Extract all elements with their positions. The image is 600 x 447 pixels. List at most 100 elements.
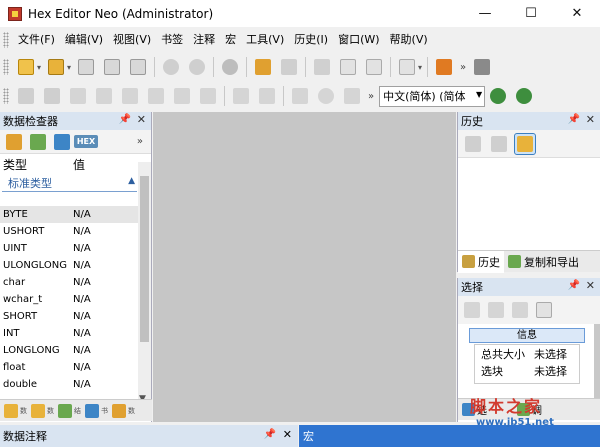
inspector-edit-button[interactable] (3, 131, 25, 153)
table-row[interactable]: float N/A (0, 359, 138, 376)
history-filter-button[interactable] (462, 133, 484, 155)
select-split-button[interactable] (509, 299, 531, 321)
new-file-button[interactable] (15, 56, 37, 78)
hex-button[interactable]: HEX (73, 131, 99, 153)
table-row[interactable]: UINT N/A (0, 240, 138, 257)
pin-icon[interactable]: 📌 (568, 280, 580, 291)
toolbar-overflow-icon[interactable]: » (460, 62, 466, 73)
new-file-dropdown-icon[interactable]: ▾ (37, 63, 41, 72)
ifo-button[interactable] (337, 56, 359, 78)
stop-button[interactable] (160, 56, 182, 78)
tab-data-5[interactable] (112, 403, 126, 418)
erase-button[interactable] (256, 85, 278, 107)
print-button[interactable] (341, 85, 363, 107)
table-row[interactable]: LONGLONG N/A (0, 342, 138, 359)
table-row[interactable]: ULONGLONG N/A (0, 257, 138, 274)
select-grid-button[interactable] (461, 299, 483, 321)
le-mode-dropdown-icon[interactable]: ▾ (418, 63, 422, 72)
modify-button[interactable] (252, 56, 274, 78)
menu-window[interactable]: 窗口(W) (333, 28, 384, 52)
tab-bookmarks[interactable] (85, 403, 99, 418)
select-file-button[interactable] (533, 299, 555, 321)
menu-help[interactable]: 帮助(V) (385, 28, 433, 52)
menubar-grip[interactable] (3, 32, 9, 48)
insert-button[interactable] (171, 85, 193, 107)
maximize-button[interactable]: ☐ (508, 0, 554, 27)
editor-area[interactable] (153, 112, 456, 422)
table-row[interactable]: BYTE N/A (0, 206, 138, 223)
group-standard-types[interactable]: 标准类型 ▲ (2, 174, 137, 192)
menu-history[interactable]: 历史(I) (289, 28, 333, 52)
globe-button[interactable] (487, 85, 509, 107)
undo-button[interactable] (15, 85, 37, 107)
save-as-button[interactable] (101, 56, 123, 78)
toolbar2-overflow-icon[interactable]: » (368, 91, 374, 102)
table-row[interactable]: double N/A (0, 376, 138, 393)
list-button[interactable] (289, 85, 311, 107)
tools-button[interactable] (471, 56, 493, 78)
open-button[interactable] (45, 56, 67, 78)
menu-annotations[interactable]: 注释 (188, 28, 220, 52)
modify-alt-button[interactable] (278, 56, 300, 78)
copy-button[interactable] (93, 85, 115, 107)
history-delete-button[interactable] (488, 133, 510, 155)
inspector-structure-button[interactable] (27, 131, 49, 153)
table-row[interactable]: SHORT N/A (0, 308, 138, 325)
redo-button[interactable] (41, 85, 63, 107)
pin-icon[interactable]: 📌 (568, 114, 580, 125)
minimize-button[interactable]: — (462, 0, 508, 27)
link-button[interactable] (311, 56, 333, 78)
inspector-marker-button[interactable] (51, 131, 73, 153)
table-row[interactable]: wchar_t N/A (0, 291, 138, 308)
toolbar-grip[interactable] (3, 59, 9, 75)
stop-all-button[interactable] (186, 56, 208, 78)
open-dropdown-icon[interactable]: ▾ (67, 63, 71, 72)
menu-tools[interactable]: 工具(V) (241, 28, 289, 52)
save-button[interactable] (75, 56, 97, 78)
menu-bookmarks[interactable]: 书签 (156, 28, 188, 52)
type-name: char (3, 277, 26, 288)
tab-history[interactable]: 历史 (458, 250, 504, 273)
selection-scrollbar[interactable] (594, 324, 600, 398)
txt-button[interactable] (363, 56, 385, 78)
close-icon[interactable]: ✕ (137, 113, 146, 126)
select-blocks-button[interactable] (485, 299, 507, 321)
save-all-button[interactable] (127, 56, 149, 78)
collapse-icon[interactable]: ▲ (128, 176, 135, 186)
menu-macro[interactable]: 宏 (220, 28, 241, 52)
menu-edit[interactable]: 编辑(V) (60, 28, 108, 52)
menu-view[interactable]: 视图(V) (108, 28, 156, 52)
table-row[interactable]: INT N/A (0, 325, 138, 342)
tab-data-inspector[interactable] (4, 403, 18, 418)
toolbar-grip[interactable] (3, 88, 9, 104)
le-mode-button[interactable] (396, 56, 418, 78)
tab-structure[interactable] (58, 403, 72, 418)
cut-button[interactable] (67, 85, 89, 107)
close-button[interactable]: ✕ (554, 0, 600, 27)
globe-alt-button[interactable] (513, 85, 535, 107)
settings-button[interactable] (315, 85, 337, 107)
history-view-button[interactable] (514, 132, 536, 155)
tab-data-2[interactable] (31, 403, 45, 418)
encoding-select[interactable]: 中文(简体) (简体 ▼ (379, 85, 486, 107)
refresh-button[interactable] (219, 56, 241, 78)
delete-button[interactable] (197, 85, 219, 107)
scrollbar-thumb[interactable] (140, 176, 149, 342)
table-row[interactable]: USHORT N/A (0, 223, 138, 240)
paste-button[interactable] (119, 85, 141, 107)
cut-alt-button[interactable] (230, 85, 252, 107)
table-row[interactable]: char N/A (0, 274, 138, 291)
split-icon (512, 302, 528, 318)
close-icon[interactable]: ✕ (586, 279, 595, 292)
pin-icon[interactable]: 📌 (264, 429, 276, 440)
history-list[interactable] (458, 158, 600, 250)
close-icon[interactable]: ✕ (283, 428, 292, 441)
pin-icon[interactable]: 📌 (119, 114, 131, 125)
inspector-scrollbar[interactable]: ▼ (138, 162, 151, 404)
tab-copy-export[interactable]: 复制和导出 (504, 251, 583, 273)
inspector-overflow-icon[interactable]: » (137, 136, 143, 147)
pencil-button[interactable] (145, 85, 167, 107)
menu-file[interactable]: 文件(F) (13, 28, 60, 52)
close-icon[interactable]: ✕ (586, 113, 595, 126)
grid-select-button[interactable] (433, 56, 455, 78)
